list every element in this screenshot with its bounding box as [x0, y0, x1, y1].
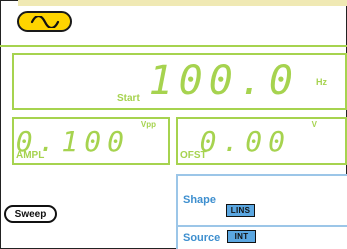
offset-panel[interactable]: 0.00 V OFST	[176, 117, 347, 165]
frequency-unit: Hz	[316, 77, 327, 87]
shape-value-badge[interactable]: LINS	[226, 204, 255, 217]
amplitude-panel[interactable]: 0.100 Vpp AMPL	[12, 117, 170, 165]
status-divider	[0, 45, 347, 47]
offset-label: OFST	[180, 150, 207, 161]
waveform-button[interactable]	[17, 11, 72, 32]
sweep-settings-panel: Shape LINS Source INT	[176, 174, 347, 249]
amplitude-unit: Vpp	[140, 120, 156, 129]
sine-wave-icon	[30, 15, 59, 28]
source-label: Source	[183, 232, 221, 244]
source-value-badge[interactable]: INT	[227, 230, 256, 243]
frequency-label: Start	[117, 93, 140, 104]
amplitude-label: AMPL	[16, 150, 45, 161]
sweep-button[interactable]: Sweep	[4, 205, 57, 223]
offset-unit: V	[311, 120, 317, 129]
shape-label: Shape	[183, 194, 217, 206]
frequency-value: 100.0	[148, 58, 299, 104]
top-status-strip	[18, 0, 347, 6]
frequency-panel[interactable]: 100.0 Hz Start	[12, 53, 347, 110]
sweep-panel-divider	[178, 225, 347, 227]
offset-value: 0.00	[199, 125, 291, 158]
